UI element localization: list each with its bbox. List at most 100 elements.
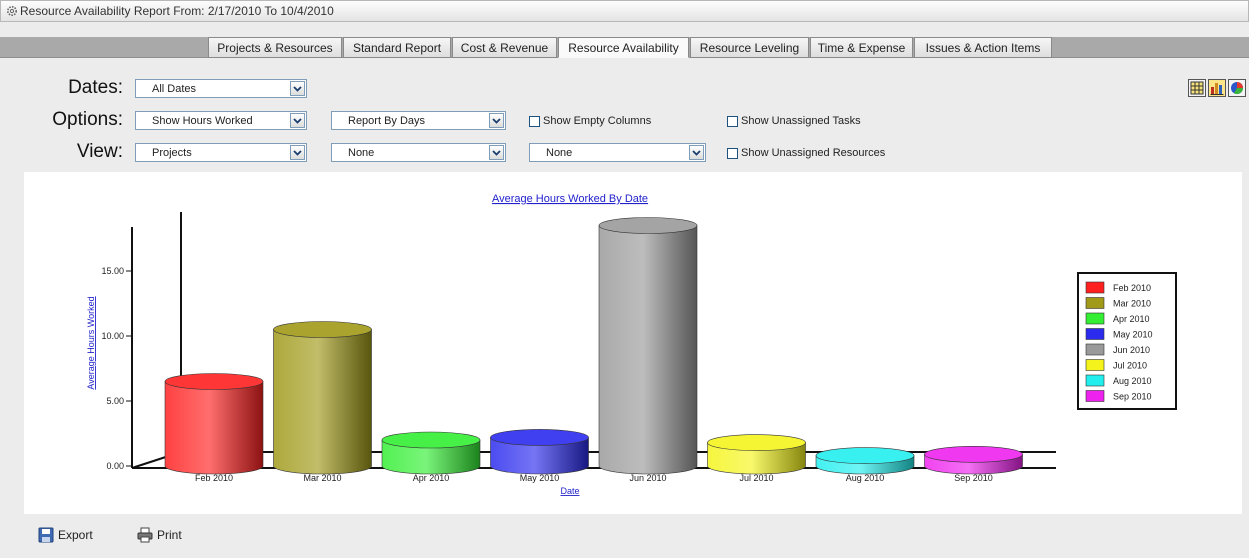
x-tick-label: Jun 2010 — [629, 473, 666, 483]
legend-item: Feb 2010 — [1085, 281, 1151, 294]
legend-item: Jul 2010 — [1085, 359, 1147, 371]
legend-label: Jul 2010 — [1113, 361, 1147, 371]
print-button[interactable]: Print — [137, 527, 182, 543]
chevron-down-icon — [290, 113, 305, 128]
legend-swatch — [1085, 281, 1105, 294]
y-axis-label[interactable]: Average Hours Worked — [86, 296, 96, 389]
export-label: Export — [58, 528, 93, 542]
legend-item: Mar 2010 — [1085, 297, 1151, 309]
view-select-value: Projects — [152, 146, 192, 159]
tab-standard-report[interactable]: Standard Report — [343, 37, 451, 58]
tab-time-expense[interactable]: Time & Expense — [810, 37, 913, 58]
x-tick-label: Apr 2010 — [413, 473, 450, 483]
x-tick-label: Sep 2010 — [954, 473, 993, 483]
x-axis-label[interactable]: Date — [560, 486, 579, 496]
chart-bar[interactable] — [815, 447, 915, 475]
bar-top — [815, 447, 915, 464]
floppy-disk-icon — [38, 527, 54, 543]
bar-body — [273, 329, 372, 475]
chart-title[interactable]: Average Hours Worked By Date — [492, 193, 648, 205]
chart-bars — [164, 217, 1023, 475]
view-tertiary-select[interactable]: None — [529, 143, 706, 162]
show-empty-columns-label: Show Empty Columns — [543, 115, 652, 127]
report-by-select-value: Report By Days — [348, 114, 426, 127]
bar-top — [490, 429, 589, 446]
chart-bar[interactable] — [381, 431, 481, 475]
tab-resource-leveling[interactable]: Resource Leveling — [690, 37, 809, 58]
bar-top — [598, 217, 698, 234]
chart-bar[interactable] — [164, 373, 264, 475]
legend-swatch — [1085, 343, 1105, 356]
report-by-select[interactable]: Report By Days — [331, 111, 506, 130]
gear-icon — [7, 6, 17, 16]
window-titlebar: Resource Availability Report From: 2/17/… — [0, 0, 1249, 22]
chevron-down-icon — [290, 145, 305, 160]
x-tick-label: Feb 2010 — [195, 473, 233, 483]
pie-chart-icon[interactable] — [1228, 79, 1246, 97]
tab-resource-availability[interactable]: Resource Availability — [558, 37, 689, 58]
dates-select[interactable]: All Dates — [135, 79, 307, 98]
chart-axes — [131, 212, 1056, 469]
bar-chart-icon[interactable] — [1208, 79, 1226, 97]
chevron-down-icon — [689, 145, 704, 160]
show-unassigned-tasks-label: Show Unassigned Tasks — [741, 115, 861, 127]
y-tick-label: 0.00 — [106, 461, 124, 471]
show-unassigned-resources-checkbox[interactable]: Show Unassigned Resources — [727, 147, 885, 159]
view-tertiary-select-value: None — [546, 146, 573, 159]
legend-item: May 2010 — [1085, 328, 1153, 340]
x-tick-label: Mar 2010 — [303, 473, 341, 483]
print-label: Print — [157, 528, 182, 542]
options-select-value: Show Hours Worked — [152, 114, 253, 127]
options-select[interactable]: Show Hours Worked — [135, 111, 307, 130]
view-select[interactable]: Projects — [135, 143, 307, 162]
x-axis-ticks: Feb 2010 Mar 2010 Apr 2010 May 2010 Jun 2010… — [195, 473, 993, 483]
legend-label: May 2010 — [1113, 330, 1153, 340]
legend-swatch — [1085, 328, 1105, 340]
show-unassigned-resources-label: Show Unassigned Resources — [741, 147, 886, 159]
tab-projects-resources[interactable]: Projects & Resources — [208, 37, 342, 58]
view-secondary-select[interactable]: None — [331, 143, 506, 162]
y-axis-ticks: 0.00 5.00 10.00 15.00 — [101, 266, 132, 471]
view-label: View: — [76, 141, 123, 162]
legend-label: Apr 2010 — [1113, 314, 1150, 324]
tab-issues-action-items[interactable]: Issues & Action Items — [914, 37, 1052, 58]
bar-top — [924, 445, 1023, 463]
legend-swatch — [1085, 312, 1105, 325]
checkbox-box — [529, 115, 540, 127]
dates-label: Dates: — [68, 77, 123, 98]
bar-top — [707, 434, 806, 451]
legend-item: Sep 2010 — [1085, 390, 1152, 402]
legend-label: Mar 2010 — [1113, 299, 1151, 309]
checkbox-box — [727, 147, 738, 159]
bar-body — [164, 381, 264, 475]
checkbox-box — [727, 115, 738, 127]
view-mode-icons — [1188, 79, 1246, 98]
show-empty-columns-checkbox[interactable]: Show Empty Columns — [529, 115, 651, 127]
x-tick-label: Aug 2010 — [846, 473, 885, 483]
grid-view-icon[interactable] — [1188, 79, 1206, 97]
bar-body — [598, 225, 698, 475]
legend-item: Jun 2010 — [1085, 343, 1150, 356]
chart-bar[interactable] — [273, 321, 372, 475]
chart-bar[interactable] — [707, 434, 806, 475]
chart-legend: Feb 2010 Mar 2010 Apr 2010 May 2010 Jun 2010… — [1077, 272, 1177, 410]
x-tick-label: May 2010 — [520, 473, 560, 483]
legend-swatch — [1085, 374, 1105, 387]
y-tick-label: 10.00 — [101, 331, 124, 341]
bar-top — [164, 373, 264, 390]
y-tick-label: 15.00 — [101, 266, 124, 276]
legend-label: Jun 2010 — [1113, 345, 1150, 355]
legend-box — [1077, 272, 1177, 410]
chart-container: Average Hours Worked By Date Average Hou… — [24, 172, 1242, 514]
printer-icon — [137, 527, 153, 543]
chart-bar[interactable] — [924, 445, 1023, 475]
chart-bar[interactable] — [598, 217, 698, 475]
chart-bar[interactable] — [490, 429, 589, 475]
show-unassigned-tasks-checkbox[interactable]: Show Unassigned Tasks — [727, 115, 861, 127]
tab-cost-revenue[interactable]: Cost & Revenue — [452, 37, 557, 58]
bar-chart: Average Hours Worked By Date Average Hou… — [86, 193, 1177, 496]
legend-swatch — [1085, 390, 1105, 402]
legend-label: Feb 2010 — [1113, 283, 1151, 293]
options-label: Options: — [52, 109, 123, 130]
export-button[interactable]: Export — [38, 527, 93, 543]
